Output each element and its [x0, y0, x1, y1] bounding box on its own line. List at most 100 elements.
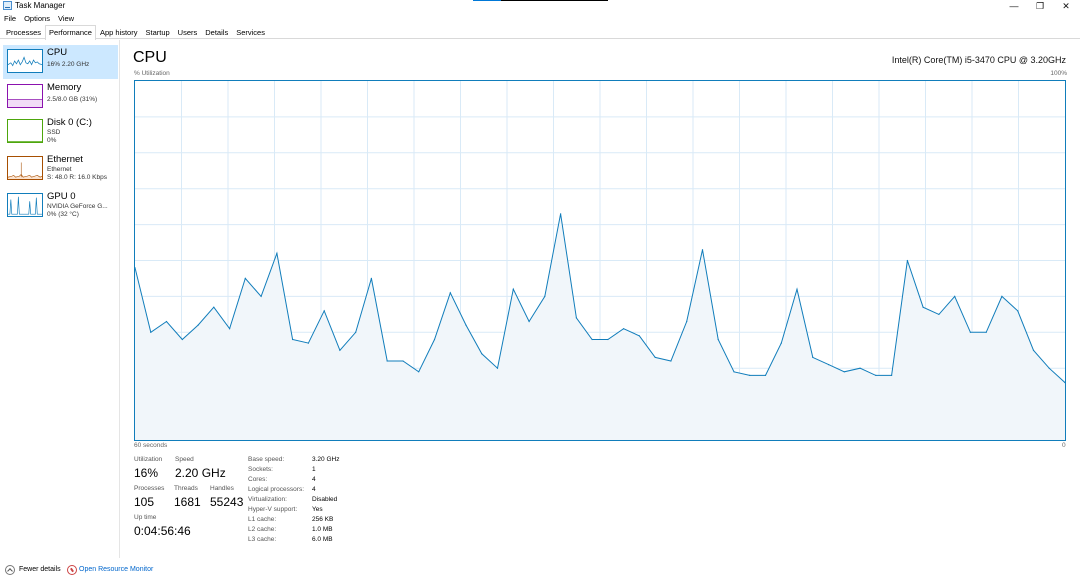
fewer-details-link[interactable]: Fewer details — [19, 566, 61, 573]
sidebar: CPU 16% 2.20 GHz Memory 2.5/8.0 GB (31%)… — [0, 40, 120, 558]
close-icon[interactable]: ✕ — [1054, 0, 1078, 12]
tab-users[interactable]: Users — [174, 25, 202, 38]
sidebar-item-cpu[interactable]: CPU 16% 2.20 GHz — [3, 45, 118, 79]
cpu-usage-point — [181, 338, 183, 341]
tab-services[interactable]: Services — [232, 25, 269, 38]
tab-app-history[interactable]: App history — [96, 25, 142, 38]
sidebar-item-ethernet-title: Ethernet — [47, 154, 83, 165]
menu-file[interactable]: File — [0, 13, 20, 24]
sidebar-item-gpu-title: GPU 0 — [47, 191, 76, 202]
sidebar-item-ethernet-name: Ethernet — [47, 166, 72, 173]
cpu-usage-point — [780, 342, 782, 344]
cpu-usage-point — [985, 331, 987, 333]
handles-label: Handles — [210, 485, 234, 492]
speed-label: Speed — [175, 456, 194, 463]
cpu-usage-point — [764, 374, 767, 376]
cpu-usage-point — [244, 277, 246, 279]
utilization-max-label: 100% — [1050, 70, 1067, 77]
cpu-usage-point — [386, 360, 388, 362]
cpu-usage-point — [891, 374, 893, 376]
cpu-usage-point — [560, 213, 562, 215]
cpu-usage-point — [528, 320, 530, 323]
cpu-usage-point — [828, 364, 830, 366]
spec-l2-cache-label: L2 cache: — [248, 526, 277, 533]
spec-hyperv-label: Hyper-V support: — [248, 506, 298, 513]
tab-startup[interactable]: Startup — [141, 25, 173, 38]
threads-value: 1681 — [174, 495, 201, 509]
sidebar-item-ethernet-throughput: S: 48.0 R: 16.0 Kbps — [47, 174, 107, 181]
ethernet-thumbnail — [7, 156, 43, 180]
cpu-usage-point — [449, 292, 451, 294]
cpu-usage-point — [1048, 367, 1050, 369]
sidebar-item-disk[interactable]: Disk 0 (C:) SSD 0% — [3, 115, 118, 149]
menu-view[interactable]: View — [54, 13, 78, 24]
window-title: Task Manager — [15, 1, 66, 10]
spec-cores-label: Cores: — [248, 476, 268, 483]
spec-virtualization-value: Disabled — [312, 496, 338, 503]
menu-bar: File Options View — [0, 13, 78, 24]
cpu-usage-point — [323, 310, 325, 312]
cpu-usage-point — [496, 367, 499, 369]
spec-l3-cache-value: 6.0 MB — [312, 536, 333, 543]
sidebar-item-disk-usage: 0% — [47, 137, 57, 144]
cpu-usage-point — [922, 306, 924, 308]
tab-performance[interactable]: Performance — [45, 25, 96, 40]
spec-l1-cache-value: 256 KB — [312, 516, 334, 523]
tab-details[interactable]: Details — [201, 25, 232, 38]
restore-icon[interactable]: ❐ — [1028, 0, 1052, 12]
cpu-usage-point — [512, 288, 514, 290]
cpu-usage-point — [1017, 310, 1019, 312]
cpu-usage-point — [292, 338, 294, 341]
cpu-thumbnail — [7, 49, 43, 73]
cpu-usage-point — [165, 320, 168, 323]
footer: Fewer details Open Resource Monitor — [0, 562, 1080, 580]
uptime-value: 0:04:56:46 — [134, 524, 191, 538]
cpu-model-name: Intel(R) Core(TM) i5-3470 CPU @ 3.20GHz — [891, 55, 1066, 65]
utilization-value: 16% — [134, 466, 159, 480]
cpu-usage-point — [686, 320, 688, 323]
chevron-up-icon[interactable] — [5, 565, 15, 575]
spec-l3-cache-label: L3 cache: — [248, 536, 277, 543]
handles-value: 55243 — [210, 495, 244, 509]
cpu-usage-point — [906, 259, 909, 262]
sidebar-item-cpu-detail: 16% 2.20 GHz — [47, 61, 90, 68]
menu-options[interactable]: Options — [20, 13, 54, 24]
spec-base-speed-label: Base speed: — [248, 456, 285, 463]
minimize-icon[interactable]: — — [1002, 0, 1026, 12]
processes-label: Processes — [134, 485, 165, 492]
title-accent-bar — [473, 0, 608, 1]
cpu-usage-point — [1032, 349, 1035, 351]
task-manager-icon — [3, 1, 12, 10]
spec-cores-value: 4 — [312, 476, 316, 483]
cpu-usage-point — [843, 371, 845, 373]
gpu-thumbnail — [7, 193, 43, 217]
tab-processes[interactable]: Processes — [2, 25, 45, 38]
cpu-usage-point — [339, 349, 341, 351]
cpu-usage-point — [670, 360, 672, 362]
cpu-usage-point — [418, 371, 420, 373]
utilization-label: Utilization — [134, 456, 163, 463]
open-resource-monitor-link[interactable]: Open Resource Monitor — [79, 566, 153, 573]
cpu-usage-point — [607, 338, 609, 341]
cpu-usage-point — [307, 342, 309, 344]
cpu-usage-point — [481, 353, 483, 355]
sidebar-item-gpu-name: NVIDIA GeForce G... — [47, 203, 108, 210]
sidebar-item-disk-title: Disk 0 (C:) — [47, 117, 92, 128]
cpu-usage-point — [197, 324, 199, 326]
cpu-usage-point — [213, 306, 215, 308]
sidebar-item-cpu-title: CPU — [47, 47, 68, 58]
spec-sockets-label: Sockets: — [248, 466, 273, 473]
resource-monitor-icon[interactable] — [67, 565, 77, 575]
cpu-usage-point — [638, 335, 640, 337]
spec-sockets-value: 1 — [312, 466, 316, 473]
spec-logical-processors-label: Logical processors: — [248, 486, 304, 493]
sidebar-item-ethernet[interactable]: Ethernet Ethernet S: 48.0 R: 16.0 Kbps — [3, 152, 118, 186]
threads-label: Threads — [174, 485, 198, 492]
uptime-label: Up time — [134, 514, 157, 521]
sidebar-item-memory[interactable]: Memory 2.5/8.0 GB (31%) — [3, 80, 118, 114]
cpu-usage-point — [591, 338, 593, 341]
sidebar-item-gpu[interactable]: GPU 0 NVIDIA GeForce G... 0% (32 °C) — [3, 189, 118, 223]
processes-value: 105 — [134, 495, 155, 509]
cpu-graph-svg — [135, 81, 1065, 440]
spec-virtualization-label: Virtualization: — [248, 496, 287, 503]
